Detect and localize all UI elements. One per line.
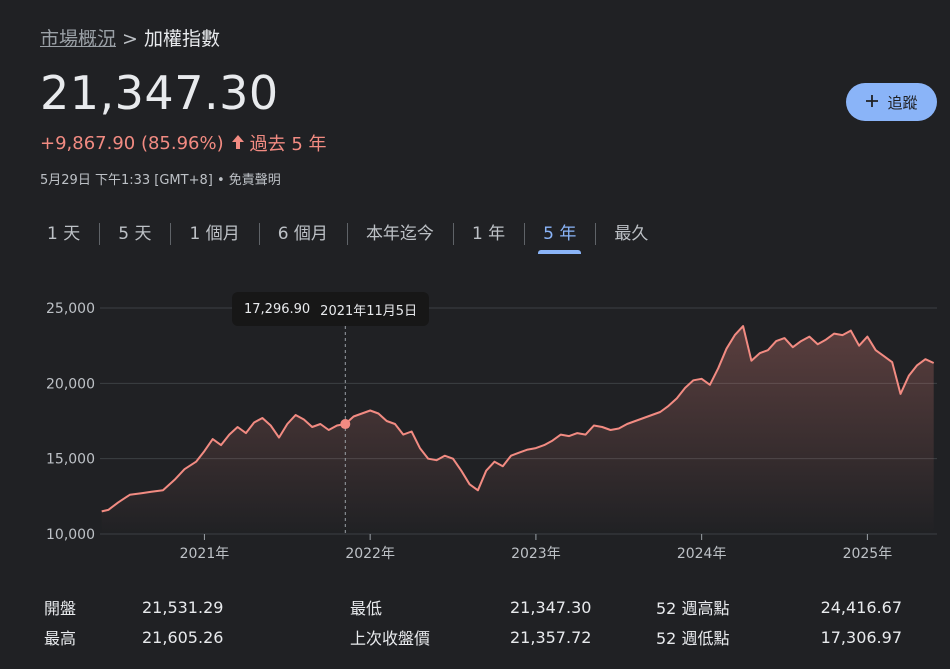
stat-value-high: 21,605.26 <box>142 627 224 647</box>
breadcrumb-market-overview-link[interactable]: 市場概況 <box>40 28 116 50</box>
price-change: +9,867.90 (85.96%) 過去 5 年 <box>40 130 327 156</box>
follow-button[interactable]: 追蹤 <box>846 83 937 121</box>
tab-5-year[interactable]: 5 年 <box>524 219 595 254</box>
stat-label-52wk-high: 52 週高點 <box>656 599 730 618</box>
y-tick-label: 15,000 <box>46 452 95 468</box>
x-tick-label: 2023年 <box>511 546 561 562</box>
tab-max[interactable]: 最久 <box>595 219 667 249</box>
time-range-tabs: 1 天 5 天 1 個月 6 個月 本年迄今 1 年 5 年 最久 <box>28 216 667 254</box>
stat-label-prev-close: 上次收盤價 <box>350 629 431 648</box>
breadcrumb-separator: > <box>122 28 138 50</box>
follow-label: 追蹤 <box>887 93 918 112</box>
x-tick-label: 2024年 <box>677 546 727 562</box>
stat-label-open: 開盤 <box>44 599 77 618</box>
y-tick-label: 25,000 <box>46 301 95 317</box>
arrow-up-icon <box>231 134 244 153</box>
x-tick-label: 2021年 <box>180 546 230 562</box>
breadcrumb-current: 加權指數 <box>143 28 220 50</box>
tab-5-day[interactable]: 5 天 <box>99 219 170 249</box>
tab-1-year[interactable]: 1 年 <box>452 219 524 249</box>
y-tick-label: 20,000 <box>46 376 95 392</box>
x-tick-label: 2022年 <box>345 546 395 562</box>
tab-ytd[interactable]: 本年迄今 <box>346 219 453 249</box>
stat-label-52wk-low: 52 週低點 <box>656 629 730 648</box>
change-period: 過去 5 年 <box>249 134 327 155</box>
stats-row: 開盤 21,531.29 最低 21,347.30 52 週高點 24,416.… <box>44 592 904 622</box>
tab-6-month[interactable]: 6 個月 <box>258 219 347 249</box>
plus-icon <box>865 91 879 113</box>
breadcrumb: 市場概況 > 加權指數 <box>40 24 220 51</box>
tab-1-day[interactable]: 1 天 <box>28 219 99 249</box>
hover-point <box>340 419 351 430</box>
x-tick-label: 2025年 <box>843 546 893 562</box>
stat-label-high: 最高 <box>44 629 77 648</box>
stat-value-52wk-high: 24,416.67 <box>820 597 902 617</box>
stats-row: 最高 21,605.26 上次收盤價 21,357.72 52 週低點 17,3… <box>44 622 904 652</box>
timestamp-disclaimer: 5月29日 下午1:33 [GMT+8] • 免責聲明 <box>40 173 281 188</box>
tooltip-value: 17,296.90 <box>244 301 311 317</box>
y-tick-label: 10,000 <box>46 527 95 543</box>
stat-value-52wk-low: 17,306.97 <box>820 627 902 647</box>
stat-label-low: 最低 <box>350 599 383 618</box>
price-area <box>101 326 934 534</box>
stat-value-low: 21,347.30 <box>510 597 592 617</box>
tooltip-date: 2021年11月5日 <box>320 303 418 319</box>
stats-table: 開盤 21,531.29 最低 21,347.30 52 週高點 24,416.… <box>44 592 904 652</box>
change-value: +9,867.90 (85.96%) <box>40 132 224 154</box>
tab-1-month[interactable]: 1 個月 <box>170 219 258 249</box>
current-price: 21,347.30 <box>40 66 279 120</box>
stat-value-open: 21,531.29 <box>142 597 224 617</box>
price-chart[interactable]: 25,000 20,000 15,000 10,000 2021年 2022年 2023年… <box>0 280 950 580</box>
stat-value-prev-close: 21,357.72 <box>510 627 592 647</box>
chart-tooltip: 17,296.90 2021年11月5日 <box>232 292 430 326</box>
